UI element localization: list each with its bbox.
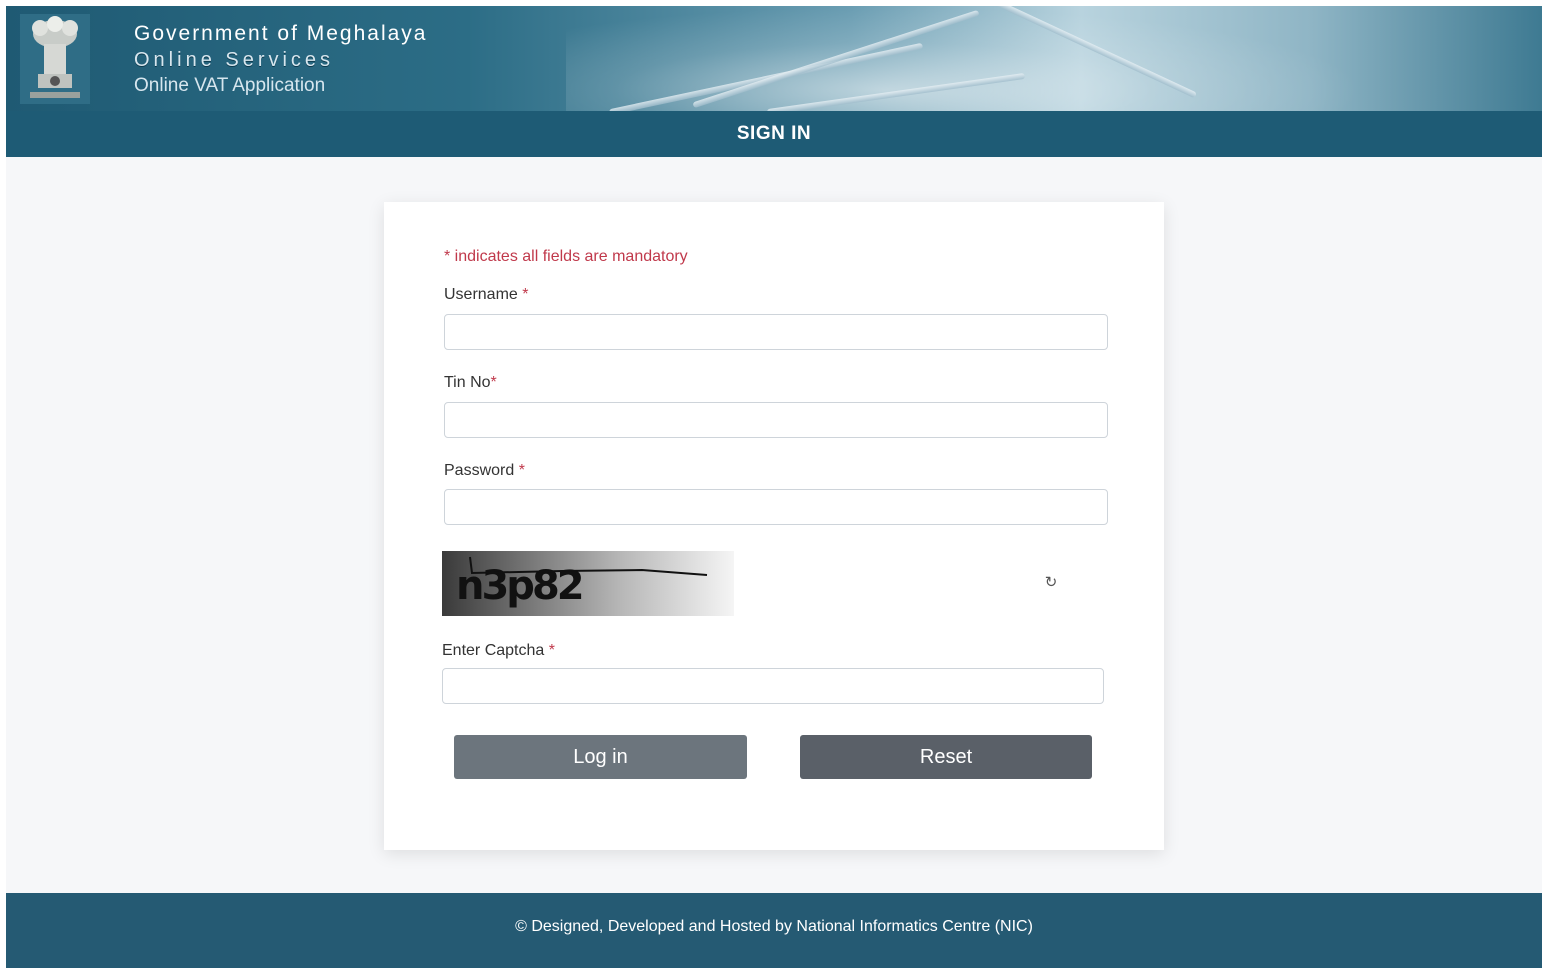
- username-label: Username *: [444, 286, 529, 303]
- government-title: Government of Meghalaya: [134, 22, 428, 45]
- mandatory-note: * indicates all fields are mandatory: [444, 248, 688, 265]
- captcha-image: n3p82: [442, 551, 734, 616]
- captcha-noise-line: [469, 556, 708, 576]
- signin-title-bar: SIGN IN: [6, 111, 1542, 157]
- login-button[interactable]: Log in: [454, 735, 747, 779]
- refresh-icon: ↻: [1044, 574, 1058, 591]
- tin-label: Tin No*: [444, 374, 497, 391]
- password-label: Password *: [444, 462, 525, 479]
- password-input[interactable]: [444, 489, 1108, 525]
- state-emblem-icon: [20, 14, 90, 104]
- username-input[interactable]: [444, 314, 1108, 350]
- banner-image: [566, 6, 1366, 111]
- reset-button[interactable]: Reset: [800, 735, 1092, 779]
- captcha-label: Enter Captcha *: [442, 642, 555, 659]
- captcha-input[interactable]: [442, 668, 1104, 704]
- footer: © Designed, Developed and Hosted by Nati…: [6, 893, 1542, 968]
- header-titles: Government of Meghalaya Online Services …: [134, 22, 427, 97]
- application-title: Online VAT Application: [134, 75, 326, 96]
- tin-input[interactable]: [444, 402, 1108, 438]
- refresh-captcha-button[interactable]: ↻: [1042, 574, 1060, 592]
- login-card: * indicates all fields are mandatory Use…: [384, 202, 1164, 850]
- page-frame: Government of Meghalaya Online Services …: [6, 6, 1542, 968]
- signin-title: SIGN IN: [736, 123, 812, 144]
- header-banner: Government of Meghalaya Online Services …: [6, 6, 1542, 111]
- online-services-title: Online Services: [134, 49, 335, 71]
- footer-text: © Designed, Developed and Hosted by Nati…: [515, 918, 1033, 935]
